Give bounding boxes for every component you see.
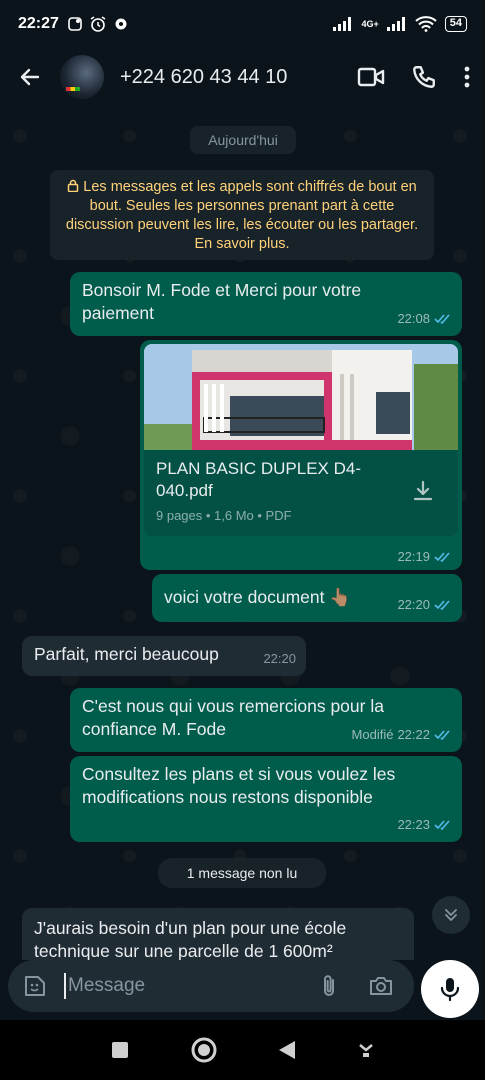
lock-icon [68, 179, 79, 193]
message-input-pill [8, 960, 414, 1012]
double-check-icon [434, 314, 450, 324]
wifi-icon [415, 16, 437, 32]
microphone-icon [440, 978, 460, 1002]
message-time: 22:08 [397, 311, 430, 326]
settings-gear-icon [115, 18, 127, 30]
notification-icon [68, 17, 82, 31]
download-icon [413, 480, 433, 501]
message-text: Parfait, merci beaucoup [34, 644, 219, 664]
hide-navigation-icon[interactable] [357, 1041, 375, 1059]
home-icon[interactable] [190, 1036, 218, 1064]
message-input[interactable] [64, 973, 320, 999]
message-time: 22:19 [397, 549, 430, 564]
message-text: Consultez les plans et si vous voulez le… [82, 764, 396, 807]
arrow-left-icon [20, 68, 40, 86]
network-type-label: 4G+ [361, 19, 379, 29]
alarm-icon [90, 16, 106, 32]
chat-area[interactable]: Aujourd'hui Les messages et les appels s… [0, 106, 485, 960]
edited-label: Modifié [351, 727, 394, 742]
voice-message-button[interactable] [421, 960, 479, 1018]
signal-icon [333, 17, 352, 31]
document-message[interactable]: PLAN BASIC DUPLEX D4-040.pdf 9 pages • 1… [140, 340, 462, 570]
status-time: 22:27 [18, 15, 59, 32]
contact-name[interactable]: +224 620 43 44 10 [120, 66, 357, 89]
double-check-icon [434, 820, 450, 830]
status-bar: 22:27 4G+ 54 [0, 0, 485, 48]
encryption-notice-text: Les messages et les appels sont chiffrés… [65, 179, 419, 252]
attach-icon[interactable] [320, 973, 338, 999]
date-chip: Aujourd'hui [190, 126, 296, 154]
document-name: PLAN BASIC DUPLEX D4-040.pdf [156, 459, 362, 500]
message-bubble-outgoing[interactable]: C'est nous qui vous remercions pour la c… [70, 688, 462, 752]
signal-icon-secondary [386, 17, 405, 31]
system-navigation-bar [0, 1020, 485, 1080]
more-options-icon[interactable] [463, 65, 471, 89]
double-chevron-down-icon [445, 909, 457, 921]
message-time: 22:23 [397, 817, 430, 832]
video-call-icon[interactable] [357, 66, 385, 88]
message-bubble-incoming[interactable]: J'aurais besoin d'un plan pour une école… [22, 908, 414, 960]
document-info: PLAN BASIC DUPLEX D4-040.pdf 9 pages • 1… [144, 450, 458, 536]
download-button[interactable] [412, 480, 434, 507]
double-check-icon [434, 552, 450, 562]
unread-messages-chip: 1 message non lu [158, 858, 326, 888]
message-bubble-outgoing[interactable]: Bonsoir M. Fode et Merci pour votre paie… [70, 272, 462, 336]
encryption-notice[interactable]: Les messages et les appels sont chiffrés… [50, 170, 434, 260]
message-input-bar [0, 960, 485, 1020]
scroll-to-bottom-button[interactable] [432, 896, 470, 934]
message-bubble-outgoing[interactable]: voici votre document 👆🏽 22:20 [152, 574, 462, 622]
message-time: 22:20 [263, 651, 296, 666]
document-thumbnail[interactable] [144, 344, 458, 450]
message-text: J'aurais besoin d'un plan pour une école… [34, 918, 347, 960]
recent-apps-icon[interactable] [110, 1040, 130, 1060]
message-bubble-incoming[interactable]: Parfait, merci beaucoup 22:20 [22, 636, 306, 676]
avatar[interactable] [60, 55, 104, 99]
message-time: 22:20 [397, 597, 430, 612]
chat-header: +224 620 43 44 10 [0, 48, 485, 106]
battery-icon: 54 [444, 16, 467, 32]
camera-icon[interactable] [368, 975, 394, 997]
house-render-image [144, 344, 458, 450]
back-button[interactable] [14, 61, 46, 93]
back-triangle-icon[interactable] [277, 1039, 297, 1061]
message-time: 22:22 [397, 727, 430, 742]
double-check-icon [434, 730, 450, 740]
double-check-icon [434, 600, 450, 610]
sticker-icon[interactable] [22, 973, 48, 999]
document-details: 9 pages • 1,6 Mo • PDF [156, 508, 292, 523]
message-bubble-outgoing[interactable]: Consultez les plans et si vous voulez le… [70, 756, 462, 842]
phone-call-icon[interactable] [411, 64, 437, 90]
message-text: Bonsoir M. Fode et Merci pour votre paie… [82, 280, 362, 323]
